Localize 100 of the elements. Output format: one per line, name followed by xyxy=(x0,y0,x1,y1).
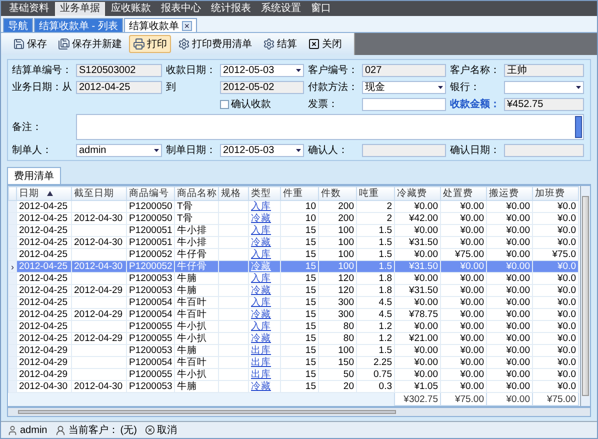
toolbar-button[interactable]: 关闭 xyxy=(304,35,346,53)
field-label: 制单人： xyxy=(12,144,53,157)
row-header[interactable] xyxy=(8,332,16,344)
table-cell: 2012-04-25 xyxy=(16,272,72,284)
table-cell: 2012-04-25 xyxy=(16,200,72,212)
toolbar-button[interactable]: 保存 xyxy=(9,35,51,53)
field-label: 收款日期： xyxy=(166,64,216,77)
field-label: 确认日期： xyxy=(450,144,500,157)
menu-item[interactable]: 系统设置 xyxy=(257,2,305,14)
dropdown-field[interactable]: 2012-05-03 xyxy=(220,144,304,156)
column-header[interactable]: 商品名称 xyxy=(174,186,218,200)
table-cell: ¥0.0 xyxy=(532,344,578,356)
menu-item[interactable]: 窗口 xyxy=(307,2,335,14)
table-cell: ¥0.00 xyxy=(394,320,440,332)
row-header[interactable] xyxy=(8,356,16,368)
column-header[interactable]: 日期 xyxy=(16,186,72,200)
toolbar-button[interactable]: 打印费用清单 xyxy=(174,35,256,53)
column-header[interactable]: 吨重 xyxy=(356,186,394,200)
table-cell: ¥0.00 xyxy=(394,356,440,368)
field-label: 到 xyxy=(166,81,177,94)
vertical-scrollbar[interactable] xyxy=(580,186,590,406)
text-field[interactable] xyxy=(362,144,446,156)
total-cell: ¥0.00 xyxy=(486,392,532,406)
row-header[interactable] xyxy=(8,224,16,236)
table-cell: 2012-04-30 xyxy=(72,260,126,272)
document-tab[interactable]: 结算收款单 - 列表 xyxy=(34,18,123,32)
row-header[interactable] xyxy=(8,284,16,296)
column-header[interactable]: 商品编号 xyxy=(126,186,174,200)
text-field[interactable]: 2012-05-02 xyxy=(220,80,304,94)
row-header[interactable] xyxy=(8,380,16,392)
column-header[interactable]: 件数 xyxy=(318,186,356,200)
scrollbar-thumb[interactable] xyxy=(575,116,582,138)
close-tab-button[interactable]: × xyxy=(182,20,192,30)
column-header[interactable]: 截至日期 xyxy=(72,186,126,200)
table-cell: ¥0.00 xyxy=(440,320,486,332)
notes-field[interactable] xyxy=(76,114,584,140)
table-cell: ¥0.00 xyxy=(486,200,532,212)
table-cell: ¥0.0 xyxy=(532,308,578,320)
menu-item[interactable]: 基础资料 xyxy=(5,2,53,14)
row-header[interactable] xyxy=(8,320,16,332)
dropdown-field[interactable]: admin xyxy=(76,144,162,156)
document-tab[interactable]: 导航 xyxy=(3,18,33,32)
toolbar-button[interactable]: 打印 xyxy=(129,35,171,53)
table-cell: 2012-04-30 xyxy=(72,212,126,224)
table-cell: ¥31.50 xyxy=(394,236,440,248)
dropdown-field[interactable]: 2012-05-03 xyxy=(220,64,304,76)
toolbar-button[interactable]: 结算 xyxy=(259,35,301,53)
menu-item[interactable]: 统计报表 xyxy=(207,2,255,14)
row-header[interactable]: › xyxy=(8,260,16,272)
column-header[interactable]: 冷藏费 xyxy=(394,186,440,200)
table-cell: P1200050 xyxy=(126,212,174,224)
field-label: 银行： xyxy=(450,81,481,94)
column-header[interactable]: 加班费 xyxy=(532,186,578,200)
column-header[interactable]: 类型 xyxy=(248,186,280,200)
row-header[interactable] xyxy=(8,344,16,356)
row-header[interactable] xyxy=(8,308,16,320)
text-field[interactable]: ¥452.75 xyxy=(504,98,584,110)
table-cell: 2012-04-29 xyxy=(72,308,126,320)
grid-tab[interactable]: 费用清单 xyxy=(7,167,61,184)
text-field[interactable]: 027 xyxy=(362,64,446,76)
cancel-button[interactable]: 取消 xyxy=(144,423,177,437)
table-cell: ¥0.00 xyxy=(486,212,532,224)
dropdown-arrow-icon xyxy=(576,86,581,88)
table-cell: 牛百叶 xyxy=(174,356,218,368)
table-cell: ¥0.00 xyxy=(486,356,532,368)
text-field[interactable] xyxy=(504,144,584,156)
text-field[interactable] xyxy=(362,98,446,110)
table-cell: ¥0.00 xyxy=(486,224,532,236)
column-header[interactable]: 搬运费 xyxy=(486,186,532,200)
column-header[interactable]: 规格 xyxy=(218,186,248,200)
table-cell: ¥0.00 xyxy=(440,296,486,308)
text-field[interactable]: S120503002 xyxy=(76,64,162,76)
menu-item[interactable]: 应收账款 xyxy=(107,2,155,14)
row-header[interactable] xyxy=(8,212,16,224)
row-header[interactable] xyxy=(8,236,16,248)
table-cell: ¥0.00 xyxy=(394,344,440,356)
text-field[interactable]: 2012-04-25 xyxy=(76,80,162,94)
dropdown-field[interactable] xyxy=(504,80,584,94)
column-header[interactable]: 件重 xyxy=(280,186,318,200)
table-cell: 2012-04-25 xyxy=(16,332,72,344)
row-header[interactable] xyxy=(8,272,16,284)
row-header[interactable] xyxy=(8,200,16,212)
document-tab[interactable]: 结算收款单 × xyxy=(124,18,197,32)
row-header[interactable] xyxy=(8,368,16,380)
toolbar-button[interactable]: 保存并新建 xyxy=(54,35,126,53)
confirm-checkbox[interactable]: 确认收款 xyxy=(220,97,304,111)
column-header[interactable]: 处置费 xyxy=(440,186,486,200)
table-cell: ¥0.00 xyxy=(440,224,486,236)
table-cell: ¥75.00 xyxy=(440,248,486,260)
menu-item[interactable]: 业务单据 xyxy=(55,2,105,16)
table-cell: P1200054 xyxy=(126,296,174,308)
table-cell: P1200051 xyxy=(126,224,174,236)
table-cell: ¥0.0 xyxy=(532,212,578,224)
row-header[interactable] xyxy=(8,296,16,308)
table-cell: 牛小扒 xyxy=(174,320,218,332)
row-header[interactable] xyxy=(8,248,16,260)
dropdown-field[interactable]: 现金 xyxy=(362,80,446,94)
horizontal-scrollbar[interactable] xyxy=(7,407,591,417)
menu-item[interactable]: 报表中心 xyxy=(157,2,205,14)
text-field[interactable]: 王帅 xyxy=(504,64,584,76)
